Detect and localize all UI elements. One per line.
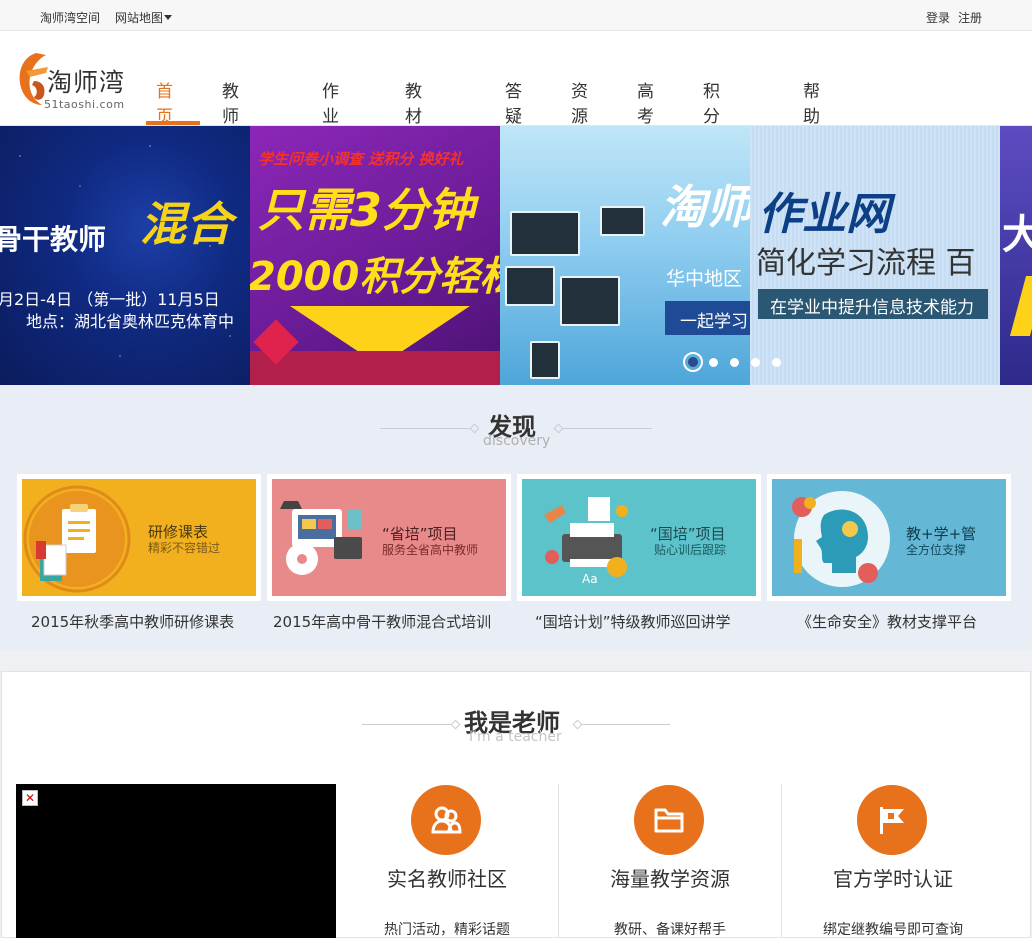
feature-teacher-community[interactable]: 实名教师社区 热门活动，精彩话题 — [336, 783, 558, 938]
site-header: 淘师湾 51taoshi.com 首页 教师研修 作业网 教材支撑 答疑 资源 … — [0, 31, 1032, 177]
schedule-illustration-icon — [23, 485, 131, 593]
teacher-section: 我是老师 I'm a teacher ✕ 实名教师社区 热门活动，精彩话题 海量… — [0, 650, 1032, 938]
card-subtitle: 贴心训后跟踪 — [654, 543, 727, 557]
monitor-image — [505, 266, 555, 306]
people-icon — [411, 785, 481, 855]
nav-item-home[interactable]: 首页 — [156, 77, 173, 127]
slide3-region: 华中地区 — [666, 268, 743, 290]
nav-item-resources[interactable]: 资源 — [571, 77, 588, 127]
carousel-dot-1[interactable] — [683, 352, 703, 372]
card-caption[interactable]: 2015年高中骨干教师混合式培训 — [273, 611, 491, 632]
feature-title: 海量教学资源 — [610, 867, 730, 891]
logo-domain: 51taoshi.com — [44, 98, 125, 111]
discover-card-provincial-project[interactable]: “省培”项目 服务全省高中教师 — [267, 474, 511, 601]
feature-official-hours[interactable]: 官方学时认证 绑定继教编号即可查询 — [782, 783, 1004, 938]
slide1-date: 月2日-4日 （第一批）11月5日 — [0, 290, 220, 309]
divider-diamond-icon — [469, 423, 480, 434]
slide1-highlight: 混合 — [140, 197, 232, 251]
banner-slide-survey[interactable]: 学生问卷小调查 送积分 换好礼 只需3分钟 2000积分轻松赚 — [250, 126, 500, 385]
card-subtitle: 精彩不容错过 — [148, 541, 221, 555]
banner-slide-training[interactable]: 骨干教师 混合 月2日-4日 （第一批）11月5日 地点：湖北省奥林匹克体育中 — [0, 126, 250, 385]
slide4-slogan: 简化学习流程 百 — [756, 246, 976, 281]
space-link[interactable]: 淘师湾空间 — [40, 9, 100, 26]
feature-desc: 绑定继教编号即可查询 — [823, 922, 963, 938]
slide2-points: 2000积分轻松赚 — [250, 254, 500, 300]
sitemap-dropdown[interactable]: 网站地图 — [115, 9, 173, 26]
nav-item-gaokao[interactable]: 高考 — [637, 77, 654, 127]
svg-text:Aa: Aa — [582, 572, 598, 586]
card-caption[interactable]: 2015年秋季高中教师研修课表 — [31, 611, 234, 632]
banner-slide-partial[interactable]: 大 — [1000, 126, 1032, 385]
card-banner: Aa “国培”项目 贴心训后跟踪 — [522, 479, 756, 596]
slide2-heading: 只需3分钟 — [258, 183, 475, 237]
login-link[interactable]: 登录 — [926, 9, 950, 26]
feature-title: 官方学时认证 — [833, 867, 953, 891]
section-divider — [562, 428, 652, 429]
slide3-heading: 淘师 — [660, 180, 750, 234]
section-divider — [581, 724, 670, 725]
register-link[interactable]: 注册 — [958, 9, 982, 26]
flag-icon — [857, 785, 927, 855]
slide1-location: 地点：湖北省奥林匹克体育中 — [26, 312, 235, 331]
card-caption[interactable]: 《生命安全》教材支撑平台 — [797, 611, 977, 632]
feature-desc: 教研、备课好帮手 — [614, 922, 726, 938]
section-subtitle: I'm a teacher — [469, 729, 562, 745]
banner-slide-homework[interactable]: 作业网 简化学习流程 百 在学业中提升信息技术能力 — [750, 126, 1000, 385]
card-subtitle: 服务全省高中教师 — [382, 543, 479, 557]
section-divider — [380, 428, 475, 429]
site-logo[interactable]: 淘师湾 51taoshi.com — [14, 51, 134, 111]
tablet-image — [530, 341, 560, 379]
nav-active-indicator — [146, 121, 200, 125]
chevron-down-icon — [164, 15, 173, 20]
video-player[interactable]: ✕ — [16, 784, 336, 938]
card-banner: 研修课表 精彩不容错过 — [22, 479, 256, 596]
slide1-heading: 骨干教师 — [0, 223, 107, 256]
section-divider — [362, 724, 455, 725]
sitemap-label: 网站地图 — [115, 11, 164, 25]
monitor-image — [560, 276, 620, 326]
card-banner: “省培”项目 服务全省高中教师 — [272, 479, 506, 596]
card-subtitle: 全方位支撑 — [906, 543, 967, 557]
logo-text: 淘师湾 — [47, 68, 126, 97]
carousel-dot-3[interactable] — [730, 358, 739, 367]
slide4-caption: 在学业中提升信息技术能力 — [770, 298, 974, 318]
carousel-dot-5[interactable] — [772, 358, 781, 367]
feature-desc: 热门活动，精彩话题 — [384, 922, 510, 938]
carousel-dot-4[interactable] — [751, 358, 760, 367]
feature-title: 实名教师社区 — [387, 867, 507, 891]
discover-card-teach-learn-manage[interactable]: 教+学+管 全方位支撑 — [767, 474, 1011, 601]
carousel-dot-2[interactable] — [709, 358, 718, 367]
banner-slide-devices[interactable]: 淘师 华中地区 一起学习 — [500, 126, 750, 385]
discover-card-training-schedule[interactable]: 研修课表 精彩不容错过 — [17, 474, 261, 601]
card-caption[interactable]: “国培计划”特级教师巡回讲学 — [535, 611, 731, 632]
section-subtitle: discovery — [483, 433, 551, 449]
broken-plugin-icon: ✕ — [22, 790, 38, 806]
slide3-cta: 一起学习 — [680, 312, 748, 332]
slide2-tagline: 学生问卷小调查 送积分 换好礼 — [258, 150, 464, 168]
slide2-base-decoration — [250, 351, 500, 385]
discover-card-national-project[interactable]: Aa “国培”项目 贴心训后跟踪 — [517, 474, 761, 601]
slide5-heading: 大 — [1002, 212, 1032, 258]
slide5-decoration — [1009, 276, 1032, 336]
top-utility-bar: 淘师湾空间 网站地图 登录 注册 — [0, 0, 1032, 31]
monitor-image — [600, 206, 645, 236]
card-banner: 教+学+管 全方位支撑 — [772, 479, 1006, 596]
folder-icon — [634, 785, 704, 855]
feature-teaching-resources[interactable]: 海量教学资源 教研、备课好帮手 — [559, 783, 781, 938]
slide4-heading: 作业网 — [758, 189, 890, 240]
banner-carousel[interactable]: 骨干教师 混合 月2日-4日 （第一批）11月5日 地点：湖北省奥林匹克体育中 … — [0, 126, 1032, 385]
monitor-image — [510, 211, 580, 256]
nav-item-qa[interactable]: 答疑 — [505, 77, 522, 127]
